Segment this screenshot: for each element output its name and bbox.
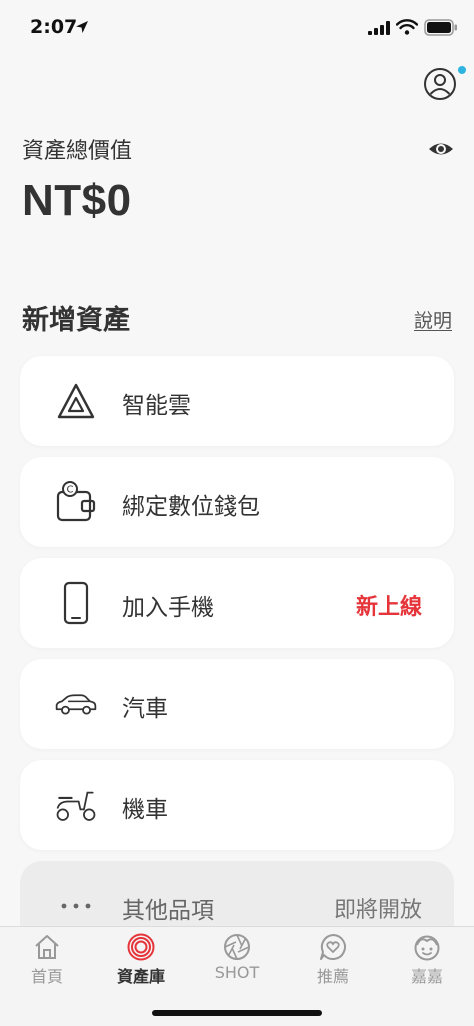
home-indicator	[152, 1010, 322, 1016]
status-bar: 2:07	[0, 0, 474, 54]
section-title: 新增資產	[22, 305, 130, 336]
eye-icon[interactable]	[428, 137, 454, 161]
asset-card-scooter[interactable]: 機車	[20, 760, 454, 850]
more-icon	[54, 883, 98, 929]
heart-bubble-icon	[320, 934, 346, 960]
total-value-label: 資產總價值	[22, 139, 133, 164]
asset-card-add-phone[interactable]: 加入手機 新上線	[20, 558, 454, 648]
wallet-icon: C	[54, 479, 98, 525]
car-icon	[54, 681, 98, 727]
total-value: NT$0	[22, 176, 132, 225]
tab-recommend[interactable]: 推薦	[286, 933, 380, 989]
tab-label: 嘉嘉	[410, 967, 443, 986]
new-badge: 新上線	[355, 595, 422, 620]
tab-label: SHOT	[214, 963, 260, 982]
face-icon	[414, 935, 440, 961]
svg-text:C: C	[67, 485, 74, 496]
asset-card-smart-cloud[interactable]: 智能雲	[20, 356, 454, 446]
status-time: 2:07	[30, 16, 78, 38]
camera-shutter-icon	[224, 934, 250, 960]
scooter-icon	[54, 782, 98, 828]
asset-card-label: 加入手機	[122, 595, 214, 621]
tab-label: 首頁	[30, 967, 63, 986]
asset-card-car[interactable]: 汽車	[20, 659, 454, 749]
asset-card-label: 綁定數位錢包	[122, 494, 260, 520]
asset-card-digital-wallet[interactable]: C 綁定數位錢包	[20, 457, 454, 547]
notification-dot	[458, 66, 466, 74]
asset-card-label: 機車	[122, 797, 168, 823]
tab-label: 推薦	[316, 967, 349, 986]
help-link[interactable]: 說明	[414, 306, 452, 333]
location-arrow-icon	[76, 21, 88, 33]
cellular-signal-icon	[368, 21, 390, 35]
tab-jiajia[interactable]: 嘉嘉	[380, 933, 474, 989]
tab-asset-library[interactable]: 資產庫	[94, 933, 188, 989]
asset-library-screen: 2:07 資產總價值 NT$0 新增資產 說明 智能雲 C 綁定數位錢包 加入手…	[0, 0, 474, 1026]
profile-icon[interactable]	[422, 66, 458, 102]
triangle-logo-icon	[54, 378, 98, 424]
tab-home[interactable]: 首頁	[0, 933, 94, 989]
phone-icon	[54, 580, 98, 626]
asset-ring-icon	[127, 933, 155, 961]
asset-card-label: 其他品項	[122, 898, 214, 924]
tab-shot[interactable]: SHOT	[190, 933, 284, 989]
tab-label: 資產庫	[116, 967, 165, 986]
home-icon	[35, 935, 59, 959]
asset-card-label: 智能雲	[122, 393, 191, 419]
coming-soon-badge: 即將開放	[333, 898, 422, 923]
asset-card-label: 汽車	[122, 696, 168, 722]
battery-icon	[424, 19, 457, 36]
wifi-icon	[396, 19, 418, 35]
